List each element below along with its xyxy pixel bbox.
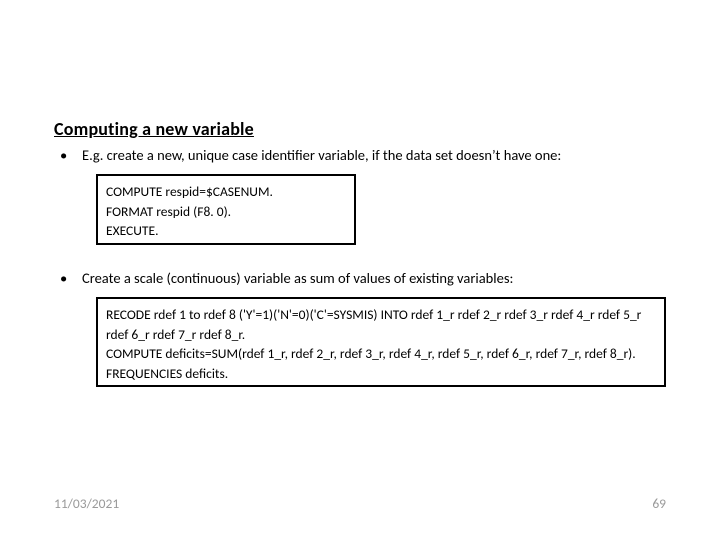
bullet-dot-icon: • — [54, 269, 82, 287]
bullet-dot-icon: • — [54, 146, 82, 164]
bullet-item-2: • Create a scale (continuous) variable a… — [54, 269, 666, 287]
bullet-text-2: Create a scale (continuous) variable as … — [82, 269, 513, 287]
code-line: EXECUTE. — [106, 221, 346, 241]
slide-footer: 11/03/2021 69 — [54, 495, 666, 512]
code-block-2: RECODE rdef 1 to rdef 8 ('Y'=1)('N'=0)('… — [96, 297, 666, 387]
code-line: FORMAT respid (F8. 0). — [106, 202, 346, 222]
slide: Computing a new variable • E.g. create a… — [0, 0, 720, 540]
slide-title: Computing a new variable — [54, 118, 666, 140]
code-line: COMPUTE respid=$CASENUM. — [106, 182, 346, 202]
code-line: FREQUENCIES deficits. — [106, 364, 656, 384]
code-line: RECODE rdef 1 to rdef 8 ('Y'=1)('N'=0)('… — [106, 305, 656, 344]
bullet-text-1: E.g. create a new, unique case identifie… — [82, 146, 561, 164]
code-line: COMPUTE deficits=SUM(rdef 1_r, rdef 2_r,… — [106, 344, 656, 364]
bullet-item-1: • E.g. create a new, unique case identif… — [54, 146, 666, 164]
footer-date: 11/03/2021 — [54, 495, 119, 512]
footer-page-number: 69 — [652, 495, 666, 512]
code-block-1: COMPUTE respid=$CASENUM. FORMAT respid (… — [96, 174, 356, 245]
